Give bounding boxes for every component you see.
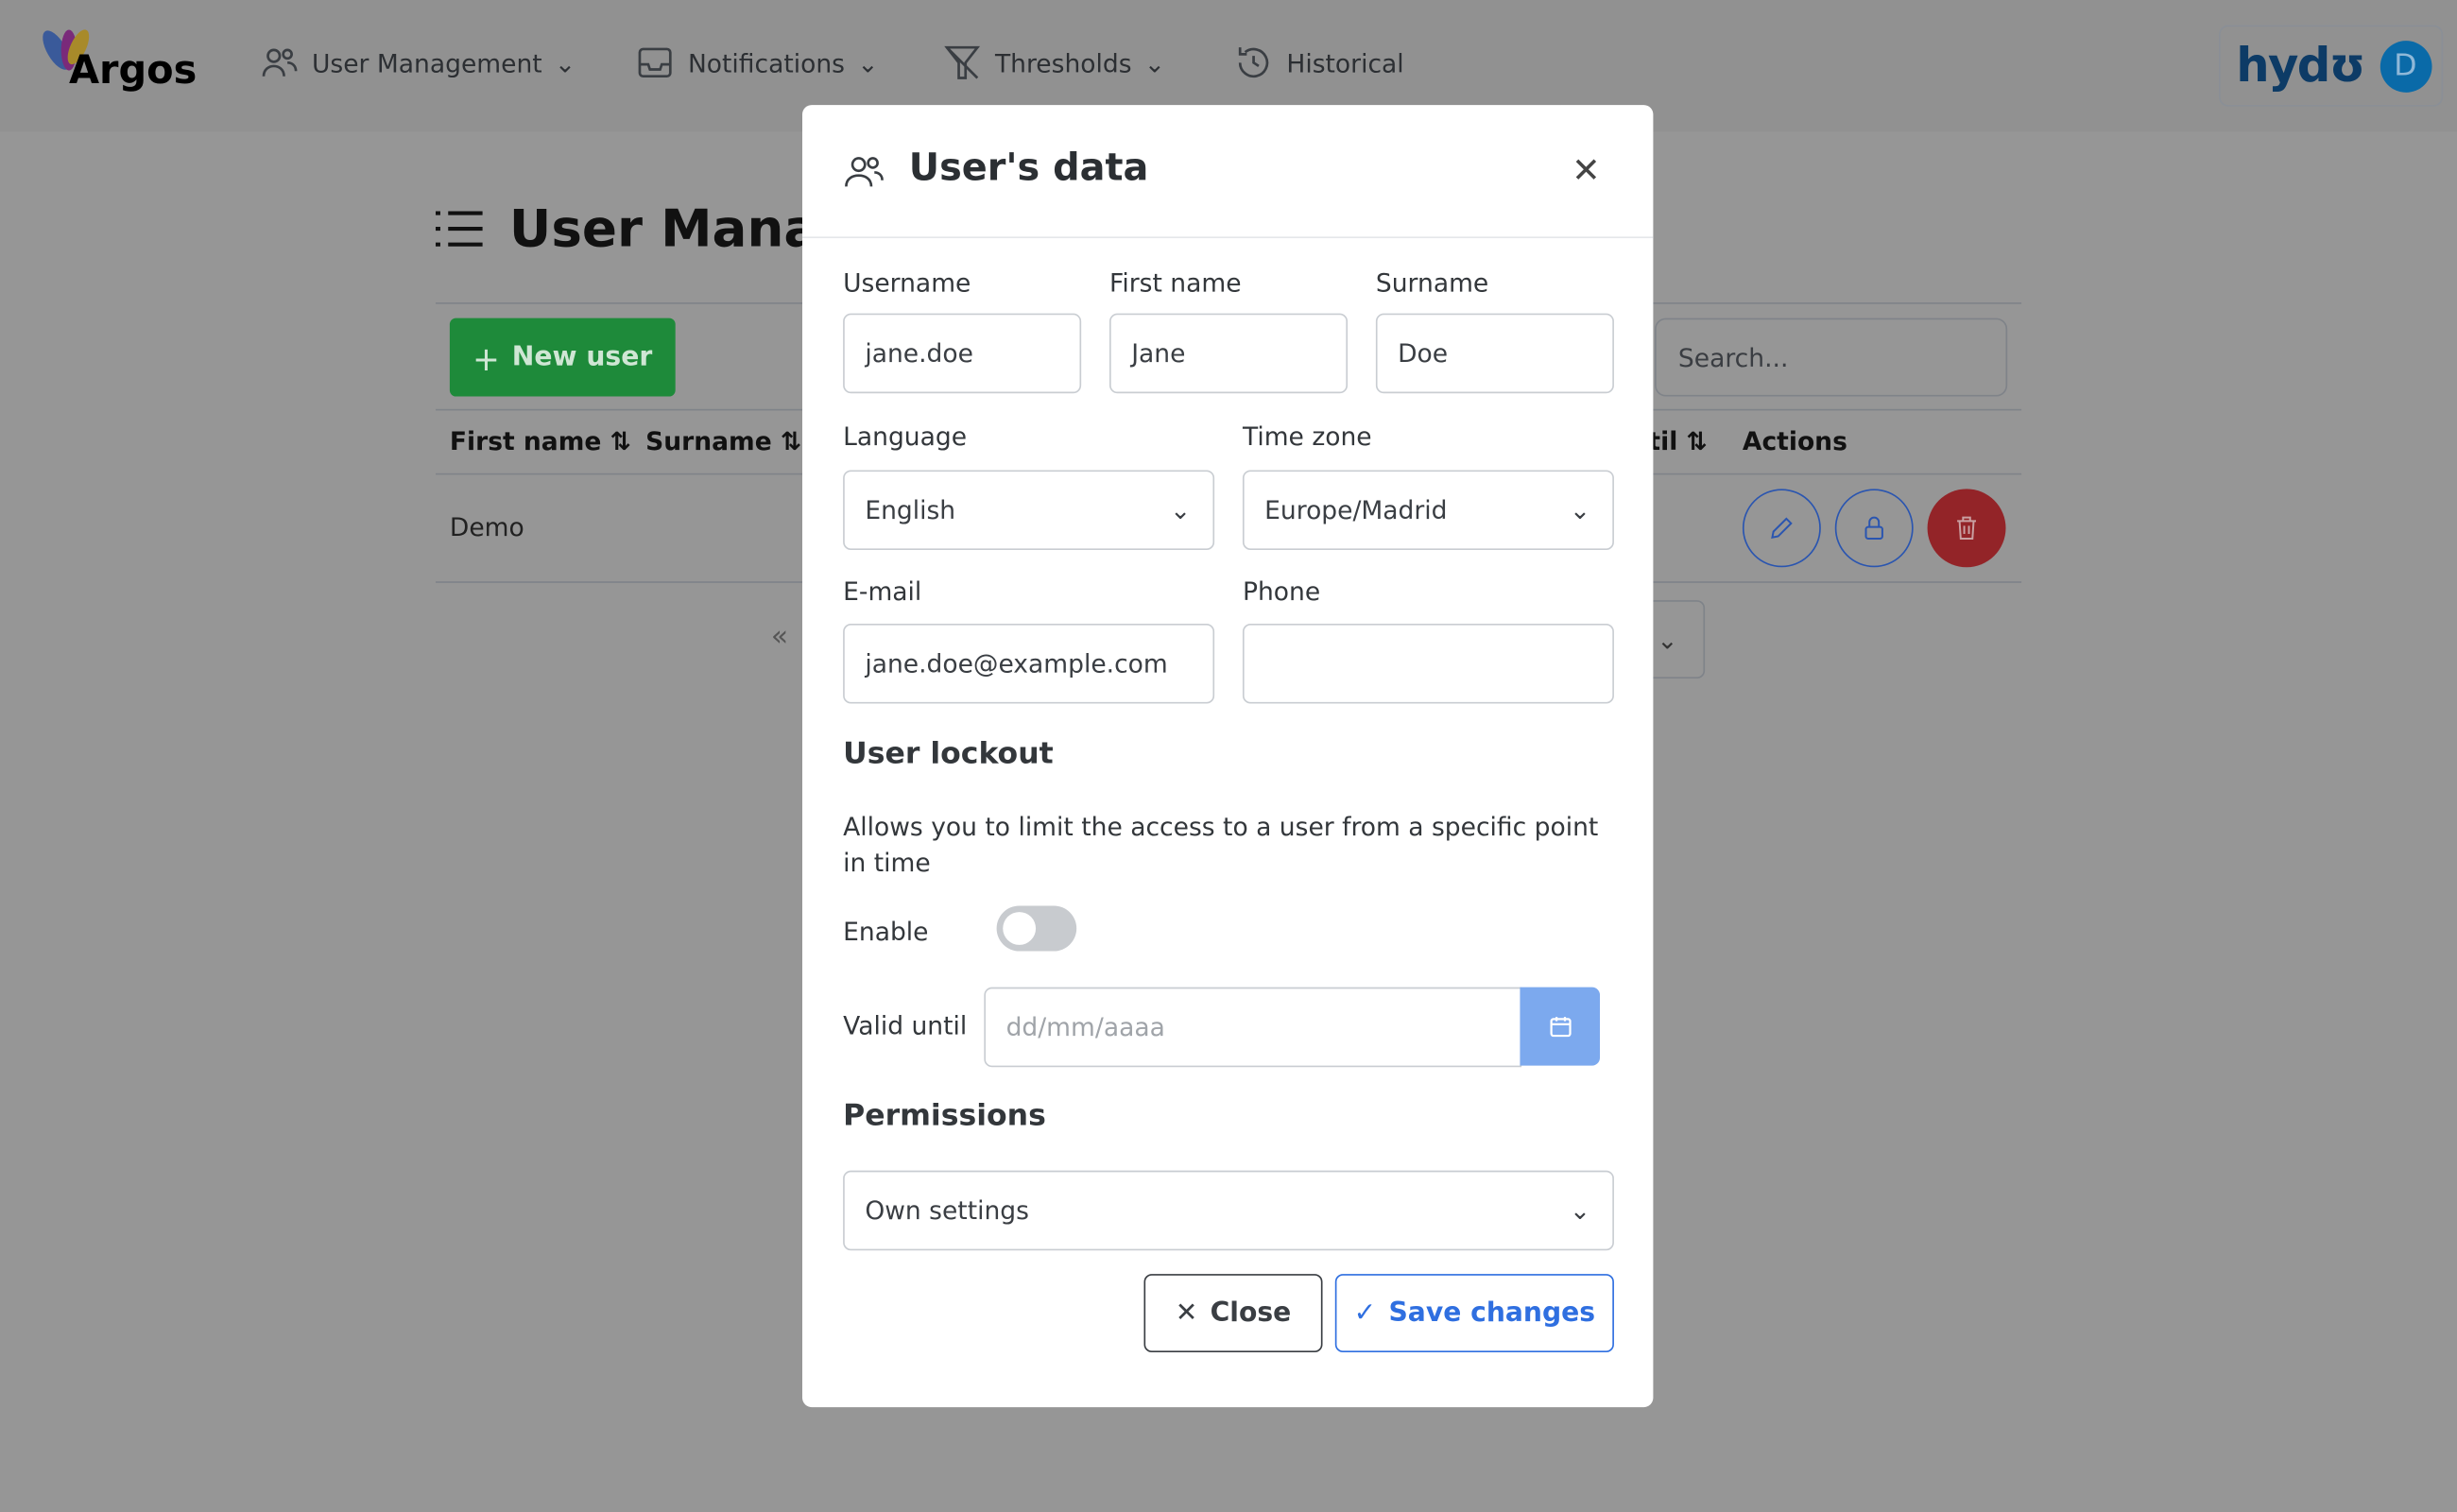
column-label: Surname [645, 426, 772, 456]
brand-logo: hydʊ [2236, 38, 2365, 94]
email-value: jane.doe@example.com [865, 648, 1168, 679]
chevron-down-icon: ⌄ [1657, 624, 1678, 655]
plus-icon: ＋ [472, 345, 500, 377]
inbox-icon [638, 47, 672, 78]
username-input[interactable]: jane.doe [843, 313, 1082, 394]
first-name-input[interactable]: Jane [1109, 313, 1349, 394]
timezone-value: Europe/Madrid [1264, 494, 1448, 525]
chevron-down-icon: ⌄ [554, 47, 576, 78]
permissions-title: Permissions [843, 1098, 1046, 1133]
valid-until-label: Valid until [843, 1010, 968, 1041]
username-label: Username [843, 267, 971, 299]
first-name-label: First name [1109, 267, 1242, 299]
calendar-icon [1549, 1017, 1571, 1038]
save-changes-button[interactable]: ✓ Save changes [1334, 1274, 1614, 1353]
list-icon [435, 211, 483, 247]
email-label: E-mail [843, 576, 922, 607]
nav-thresholds[interactable]: Thresholds ⌄ [942, 43, 1165, 83]
user-data-modal: User's data ✕ Username First name Surnam… [801, 105, 1654, 1408]
nav-label: Historical [1286, 47, 1404, 78]
close-icon[interactable]: ✕ [1572, 152, 1601, 191]
column-label: First name [449, 426, 602, 456]
search-input[interactable]: Search... [1655, 318, 2008, 397]
column-first-name[interactable]: First name ⇅ [450, 426, 631, 456]
new-user-button[interactable]: ＋ New user [449, 318, 676, 397]
new-user-label: New user [511, 341, 653, 373]
edit-button[interactable] [1742, 489, 1821, 568]
users-icon [262, 48, 298, 77]
cell-first-name: Demo [449, 512, 524, 542]
lock-button[interactable] [1834, 489, 1914, 568]
surname-label: Surname [1375, 267, 1489, 299]
chevron-down-icon: ⌄ [857, 47, 879, 78]
nav-label: User Management [311, 47, 542, 78]
language-select[interactable]: English ⌄ [843, 470, 1215, 551]
nav-label: Thresholds [994, 47, 1132, 78]
x-icon: ✕ [1175, 1297, 1198, 1330]
close-button[interactable]: ✕ Close [1143, 1274, 1323, 1353]
close-label: Close [1210, 1297, 1292, 1330]
permissions-select[interactable]: Own settings ⌄ [843, 1170, 1614, 1251]
nav-notifications[interactable]: Notifications ⌄ [635, 43, 879, 83]
phone-label: Phone [1242, 576, 1321, 607]
filter-icon [944, 45, 981, 79]
valid-until-placeholder: dd/mm/aaaa [1005, 1012, 1165, 1042]
modal-title: User's data [908, 146, 1149, 190]
surname-value: Doe [1398, 338, 1449, 369]
username-value: jane.doe [865, 338, 973, 369]
avatar[interactable]: D [2380, 40, 2431, 93]
history-icon [1238, 47, 1269, 78]
valid-until-input[interactable]: dd/mm/aaaa [984, 987, 1522, 1068]
language-label: Language [843, 421, 968, 452]
column-surname[interactable]: Surname ⇅ [645, 426, 801, 456]
column-actions: Actions [1742, 426, 1847, 456]
sort-icon: ⇅ [610, 426, 631, 456]
chevron-down-icon: ⌄ [1569, 494, 1591, 525]
timezone-select[interactable]: Europe/Madrid ⌄ [1242, 470, 1614, 551]
users-icon [845, 157, 884, 187]
calendar-button[interactable] [1520, 987, 1601, 1066]
column-valid-until[interactable]: til ⇅ [1648, 426, 1707, 456]
trash-icon [1957, 516, 1976, 541]
nav-label: Notifications [687, 47, 846, 78]
pencil-icon [1771, 517, 1793, 540]
chevron-down-icon: ⌄ [1170, 494, 1192, 525]
search-placeholder: Search... [1677, 342, 1789, 372]
timezone-label: Time zone [1242, 421, 1372, 452]
enable-toggle[interactable] [996, 905, 1077, 952]
nav-historical[interactable]: Historical [1233, 43, 1404, 83]
language-value: English [865, 494, 956, 525]
brand-account[interactable]: hydʊ D [2219, 25, 2444, 107]
save-label: Save changes [1388, 1297, 1596, 1330]
surname-input[interactable]: Doe [1375, 313, 1614, 394]
sort-icon: ⇅ [1686, 426, 1708, 456]
permissions-value: Own settings [865, 1195, 1029, 1226]
delete-button[interactable] [1927, 489, 2006, 568]
first-name-value: Jane [1131, 338, 1186, 369]
lockout-title: User lockout [843, 736, 1054, 771]
enable-label: Enable [843, 917, 929, 947]
pagination-prev[interactable]: « [771, 621, 788, 654]
app-logo[interactable]: Argos [69, 47, 197, 93]
lockout-description: Allows you to limit the access to a user… [843, 811, 1599, 878]
chevron-down-icon: ⌄ [1143, 47, 1166, 78]
lock-icon [1864, 516, 1883, 541]
chevron-down-icon: ⌄ [1569, 1195, 1591, 1226]
phone-input[interactable] [1242, 623, 1614, 704]
email-input[interactable]: jane.doe@example.com [843, 623, 1215, 704]
check-icon: ✓ [1353, 1297, 1377, 1330]
sort-icon: ⇅ [780, 426, 802, 456]
nav-user-management[interactable]: User Management ⌄ [259, 43, 576, 83]
